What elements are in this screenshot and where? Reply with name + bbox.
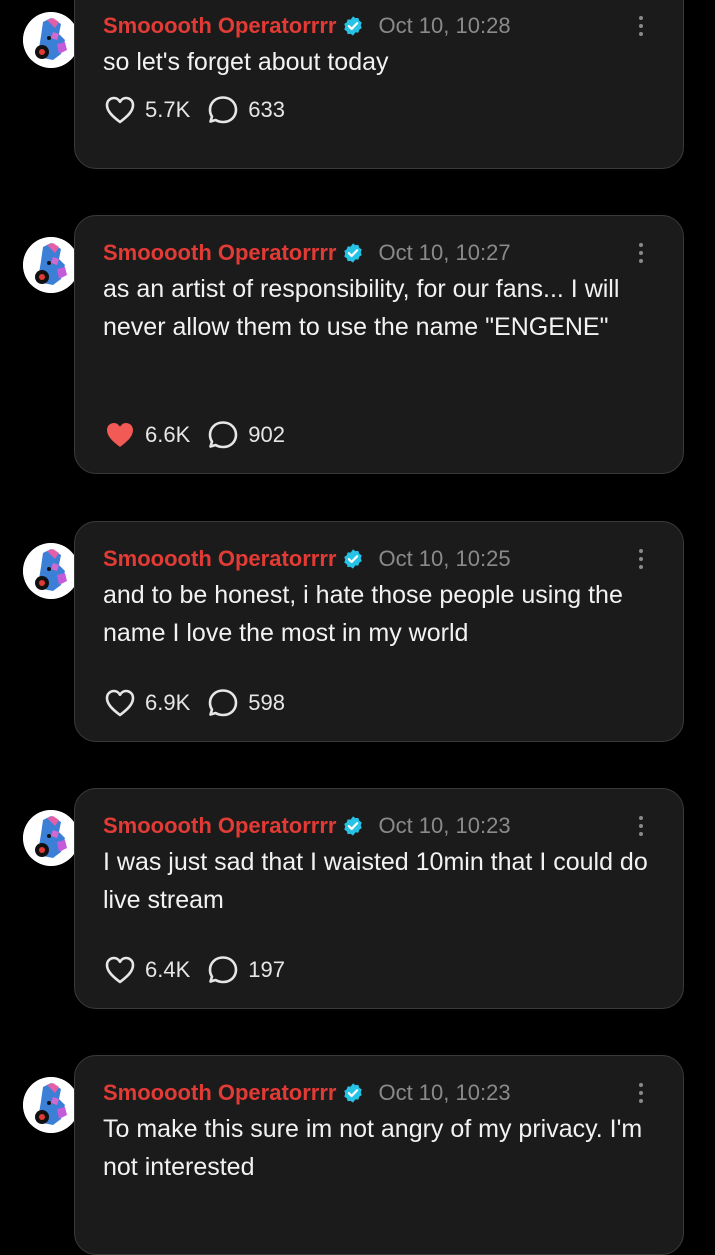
post-timestamp: Oct 10, 10:25 [378,546,511,571]
avatar[interactable] [23,237,79,293]
post-card[interactable]: Smooooth Operatorrrr Oct 10, 10:27 as an… [74,215,684,474]
post-actions: 5.7K 633 [103,93,285,127]
post-header: Smooooth Operatorrrr Oct 10, 10:23 [103,1078,511,1108]
post-timestamp: Oct 10, 10:27 [378,240,511,265]
author-name[interactable]: Smooooth Operatorrrr [103,13,336,39]
more-options-icon[interactable] [635,238,647,268]
post-timestamp: Oct 10, 10:23 [378,813,511,838]
avatar[interactable] [23,543,79,599]
reply-count: 598 [248,690,285,715]
like-count: 6.4K [145,957,191,982]
post-text: I was just sad that I waisted 10min that… [103,848,648,914]
like-count: 6.9K [145,690,191,715]
author-name[interactable]: Smooooth Operatorrrr [103,813,336,839]
reply-icon[interactable] [206,418,240,452]
more-options-icon[interactable] [635,1078,647,1108]
verified-badge-icon [342,242,364,264]
post-card[interactable]: Smooooth Operatorrrr Oct 10, 10:28 so le… [74,0,684,169]
heart-icon[interactable] [103,686,137,720]
heart-filled-icon[interactable] [103,418,137,452]
avatar[interactable] [23,12,79,68]
like-count: 5.7K [145,97,191,122]
post-actions: 6.6K 902 [103,418,285,452]
reply-count: 902 [248,422,285,447]
author-name[interactable]: Smooooth Operatorrrr [103,240,336,266]
post-actions: 6.4K 197 [103,953,285,987]
verified-badge-icon [342,1082,364,1104]
verified-badge-icon [342,548,364,570]
reply-icon[interactable] [206,686,240,720]
post-header: Smooooth Operatorrrr Oct 10, 10:28 [103,11,511,41]
post-card[interactable]: Smooooth Operatorrrr Oct 10, 10:25 and t… [74,521,684,742]
avatar[interactable] [23,810,79,866]
post-timestamp: Oct 10, 10:23 [378,1080,511,1105]
avatar[interactable] [23,1077,79,1133]
post-header: Smooooth Operatorrrr Oct 10, 10:25 [103,544,511,574]
post-card[interactable]: Smooooth Operatorrrr Oct 10, 10:23 I was… [74,788,684,1009]
post-text: To make this sure im not angry of my pri… [103,1115,643,1181]
post-header: Smooooth Operatorrrr Oct 10, 10:27 [103,238,511,268]
post-text: as an artist of responsibility, for our … [103,275,620,341]
more-options-icon[interactable] [635,544,647,574]
reply-icon[interactable] [206,93,240,127]
like-count: 6.6K [145,422,191,447]
heart-icon[interactable] [103,953,137,987]
post-card[interactable]: Smooooth Operatorrrr Oct 10, 10:23 To ma… [74,1055,684,1255]
more-options-icon[interactable] [635,811,647,841]
author-name[interactable]: Smooooth Operatorrrr [103,1080,336,1106]
post-actions: 6.9K 598 [103,686,285,720]
post-header: Smooooth Operatorrrr Oct 10, 10:23 [103,811,511,841]
reply-icon[interactable] [206,953,240,987]
verified-badge-icon [342,815,364,837]
verified-badge-icon [342,15,364,37]
reply-count: 197 [248,957,285,982]
author-name[interactable]: Smooooth Operatorrrr [103,546,336,572]
reply-count: 633 [248,97,285,122]
more-options-icon[interactable] [635,11,647,41]
post-text: so let's forget about today [103,48,389,76]
heart-icon[interactable] [103,93,137,127]
post-timestamp: Oct 10, 10:28 [378,13,511,38]
post-text: and to be honest, i hate those people us… [103,581,623,647]
